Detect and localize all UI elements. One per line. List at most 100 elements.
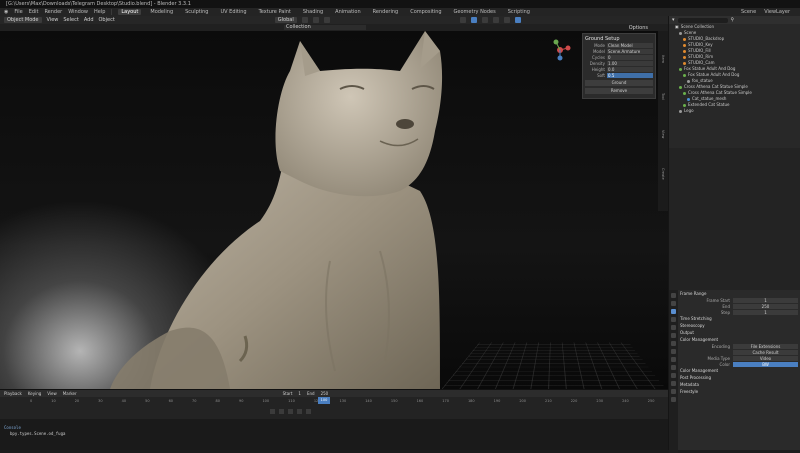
scene-tab-icon[interactable] xyxy=(671,325,676,330)
tool-tab-icon[interactable] xyxy=(671,293,676,298)
particles-tab-icon[interactable] xyxy=(671,357,676,362)
tab-sculpting[interactable]: Sculpting xyxy=(182,9,211,15)
timeline-ruler[interactable]: 0 10 20 30 40 50 60 70 80 90 100 110 120… xyxy=(0,397,668,405)
frame-step-field[interactable]: 1 xyxy=(733,309,798,315)
section-header[interactable]: Output xyxy=(680,329,798,336)
frame-end-field[interactable]: 250 xyxy=(733,303,798,309)
cache-result-checkbox[interactable]: Cache Result xyxy=(733,349,798,355)
tab-compositing[interactable]: Compositing xyxy=(407,9,444,15)
menu-playback[interactable]: Playback xyxy=(4,391,22,396)
section-header[interactable]: Color Management xyxy=(680,336,798,343)
density-field[interactable]: 1.00 xyxy=(607,60,653,66)
object-tab-icon[interactable] xyxy=(671,341,676,346)
collection-field[interactable]: Collection xyxy=(284,25,366,30)
menu-help[interactable]: Help xyxy=(94,9,105,15)
world-tab-icon[interactable] xyxy=(671,333,676,338)
rendered-shading-icon[interactable] xyxy=(514,17,521,23)
next-key-icon[interactable] xyxy=(297,409,302,414)
blender-logo-icon[interactable]: ◉ xyxy=(4,9,8,15)
tab-layout[interactable]: Layout xyxy=(118,9,142,15)
tab-animation[interactable]: Animation xyxy=(332,9,364,15)
menu-object[interactable]: Object xyxy=(99,17,115,23)
view-layer-selector[interactable]: ViewLayer xyxy=(764,9,790,15)
scene-selector[interactable]: Scene xyxy=(741,9,756,15)
sidebar-tab-item[interactable]: Item xyxy=(661,55,665,63)
jump-end-icon[interactable] xyxy=(306,409,311,414)
menu-select[interactable]: Select xyxy=(63,17,78,23)
section-header[interactable]: Time Stretching xyxy=(680,315,798,322)
cycles-field[interactable]: 0 xyxy=(607,54,653,60)
menu-add[interactable]: Add xyxy=(84,17,94,23)
menu-view[interactable]: View xyxy=(47,17,59,23)
gizmo-toggle-icon[interactable] xyxy=(470,17,477,23)
list-item[interactable]: Lego xyxy=(669,108,800,114)
height-field[interactable]: 0.0 xyxy=(607,66,653,72)
menu-view[interactable]: View xyxy=(47,391,57,396)
encoding-field[interactable]: File Extensions xyxy=(733,343,798,349)
section-header[interactable]: Metadata xyxy=(680,381,798,388)
current-frame-playhead[interactable]: 100 xyxy=(318,397,330,404)
outliner-search-input[interactable] xyxy=(677,17,728,23)
snap-icon[interactable] xyxy=(312,17,319,23)
xray-icon[interactable] xyxy=(492,17,499,23)
menu-edit[interactable]: Edit xyxy=(29,9,39,15)
ground-button[interactable]: Ground xyxy=(585,80,653,86)
data-tab-icon[interactable] xyxy=(671,381,676,386)
mode-field[interactable]: Clean Model xyxy=(607,42,653,48)
row-label: Soft xyxy=(597,72,605,78)
section-header[interactable]: Freestyle xyxy=(680,388,798,395)
menu-file[interactable]: File xyxy=(14,9,22,15)
section-header[interactable]: Frame Range xyxy=(680,290,798,297)
mode-dropdown[interactable]: Object Mode xyxy=(4,17,42,23)
section-header[interactable]: Post Processing xyxy=(680,374,798,381)
python-console[interactable]: Console bpy.types.Scene.od_fuga xyxy=(0,419,668,450)
output-tab-icon[interactable] xyxy=(671,309,676,314)
texture-tab-icon[interactable] xyxy=(671,397,676,402)
section-header[interactable]: Stereoscopy xyxy=(680,322,798,329)
pivot-icon[interactable] xyxy=(301,17,308,23)
start-frame-field[interactable]: 1 xyxy=(298,391,301,396)
tab-modeling[interactable]: Modeling xyxy=(147,9,176,15)
play-icon[interactable] xyxy=(288,409,293,414)
filter-icon[interactable]: ▾ xyxy=(672,17,675,23)
view-layer-tab-icon[interactable] xyxy=(671,317,676,322)
overlay-icon[interactable] xyxy=(481,17,488,23)
model-field[interactable]: Scene.Armature xyxy=(607,48,653,54)
end-frame-field[interactable]: 250 xyxy=(321,391,329,396)
navigation-gizmo-icon[interactable] xyxy=(548,38,572,62)
media-type-dropdown[interactable]: Video xyxy=(733,355,798,361)
constraints-tab-icon[interactable] xyxy=(671,373,676,378)
tab-rendering[interactable]: Rendering xyxy=(370,9,402,15)
color-mode-toggle[interactable]: BW xyxy=(733,361,798,367)
jump-start-icon[interactable] xyxy=(270,409,275,414)
fox-statue-model[interactable] xyxy=(0,31,668,389)
transform-orientation-dropdown[interactable]: Global xyxy=(274,17,297,23)
funnel-icon[interactable]: ⚲ xyxy=(731,17,735,23)
tab-texture-paint[interactable]: Texture Paint xyxy=(256,9,294,15)
section-header[interactable]: Color Management xyxy=(680,367,798,374)
material-tab-icon[interactable] xyxy=(671,389,676,394)
options-dropdown[interactable]: Options xyxy=(629,25,668,31)
sidebar-tab-view[interactable]: View xyxy=(661,130,665,138)
tab-shading[interactable]: Shading xyxy=(300,9,326,15)
menu-keying[interactable]: Keying xyxy=(28,391,41,396)
visibility-icon[interactable] xyxy=(459,17,466,23)
soft-field[interactable]: 0.5 xyxy=(607,72,653,78)
menu-render[interactable]: Render xyxy=(44,9,62,15)
frame-start-field[interactable]: 1 xyxy=(733,297,798,303)
physics-tab-icon[interactable] xyxy=(671,365,676,370)
modifier-tab-icon[interactable] xyxy=(671,349,676,354)
tab-uv-editing[interactable]: UV Editing xyxy=(217,9,249,15)
sidebar-tab-create[interactable]: Create xyxy=(661,168,665,180)
tab-scripting[interactable]: Scripting xyxy=(505,9,533,15)
sidebar-tab-tool[interactable]: Tool xyxy=(661,93,665,100)
tab-geometry-nodes[interactable]: Geometry Nodes xyxy=(451,9,499,15)
proportional-edit-icon[interactable] xyxy=(323,17,330,23)
render-tab-icon[interactable] xyxy=(671,301,676,306)
menu-marker[interactable]: Marker xyxy=(63,391,77,396)
3d-viewport[interactable]: Ground Setup Mode Clean Model Model Scen… xyxy=(0,31,668,389)
menu-window[interactable]: Window xyxy=(68,9,88,15)
prev-key-icon[interactable] xyxy=(279,409,284,414)
solid-shading-icon[interactable] xyxy=(503,17,510,23)
remove-button[interactable]: Remove xyxy=(585,88,653,94)
